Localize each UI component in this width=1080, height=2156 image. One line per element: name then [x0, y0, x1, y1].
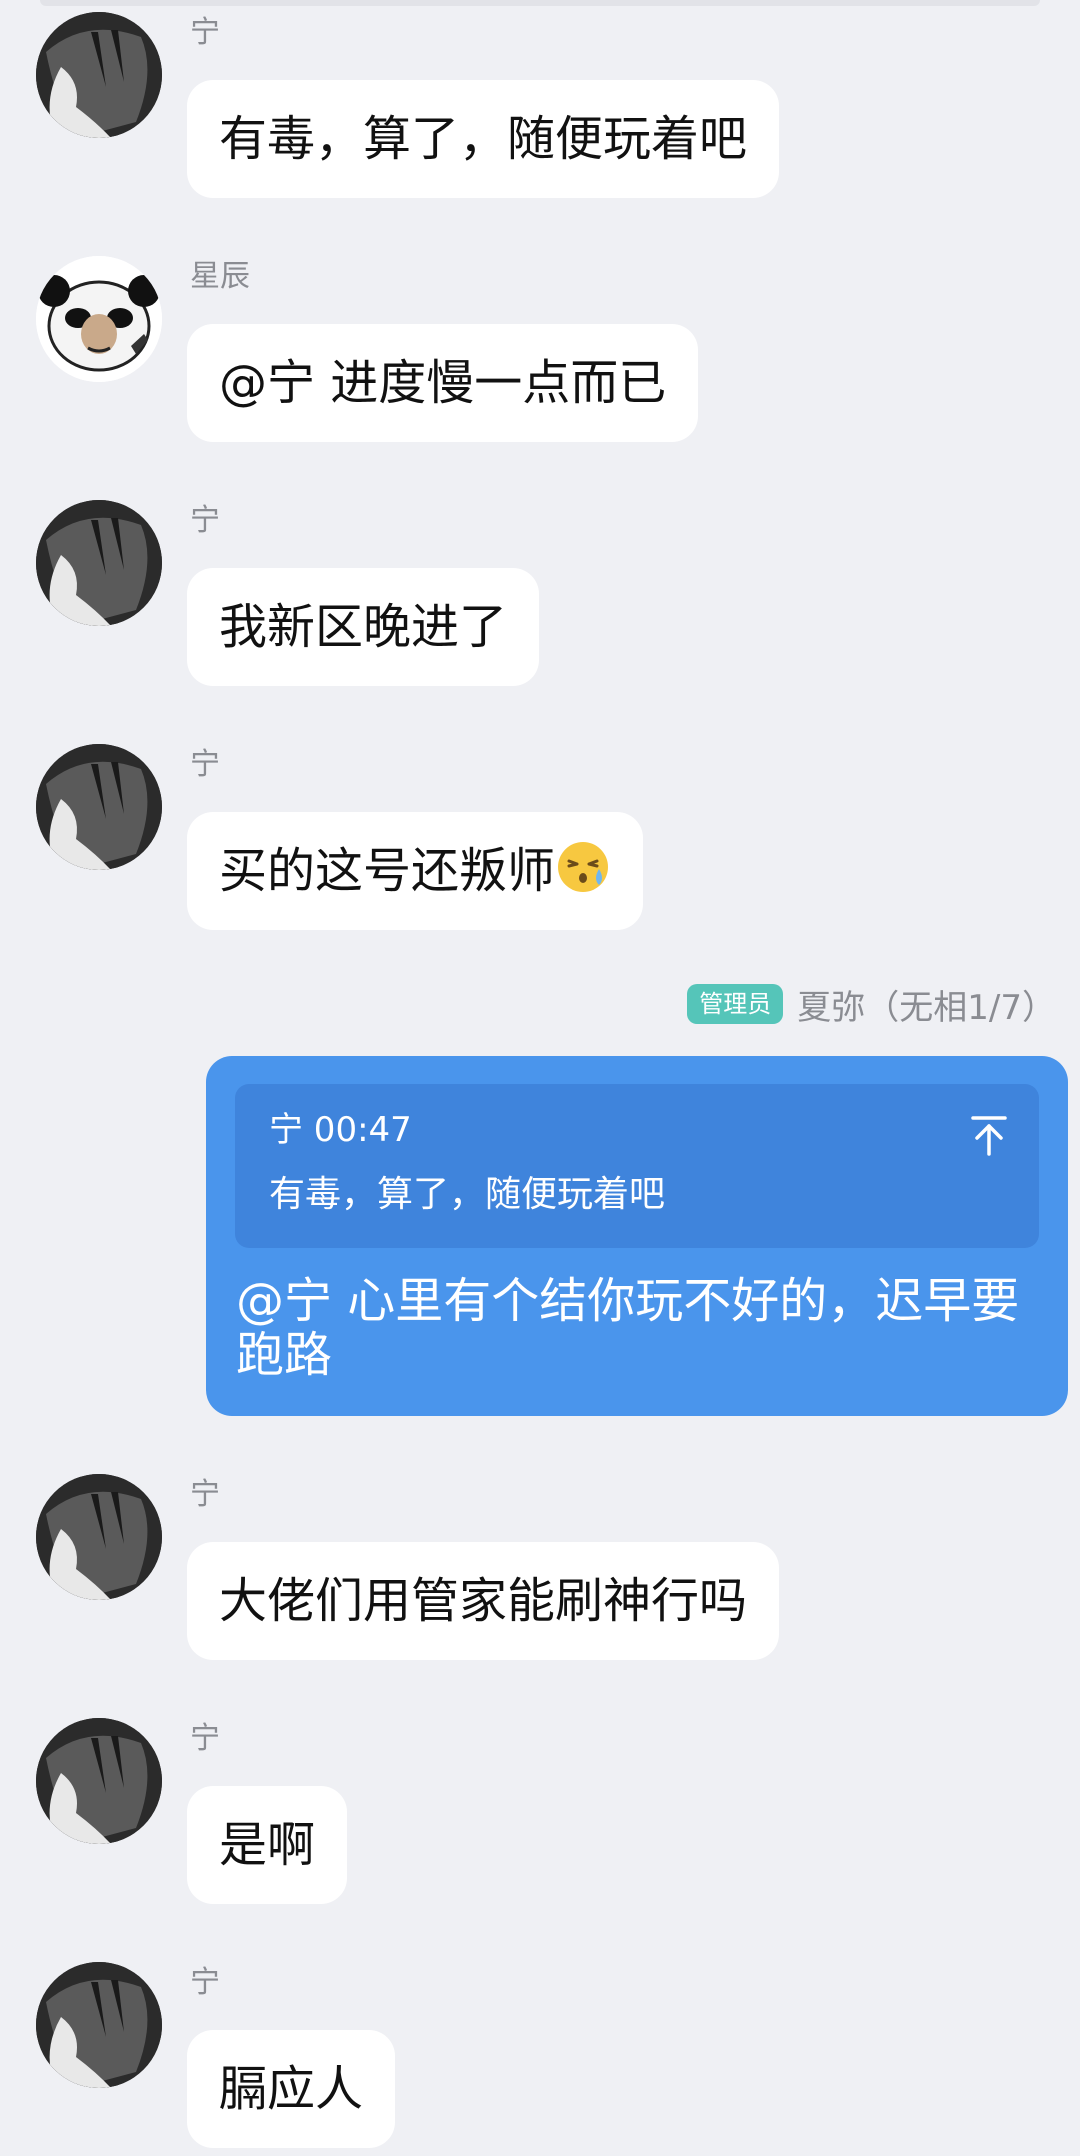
sender-name: 宁	[190, 1477, 220, 1512]
avatar-ning[interactable]	[36, 744, 162, 870]
self-message-meta: 管理员 夏弥（无相1/7）	[687, 982, 1056, 1028]
quote-header: 宁 00:47	[269, 1110, 412, 1150]
message-bubble[interactable]: 大佬们用管家能刷神行吗	[187, 1542, 780, 1660]
avatar-ning[interactable]	[36, 1718, 162, 1844]
sender-name: 夏弥（无相1/7）	[797, 987, 1056, 1028]
avatar-ning[interactable]	[36, 1474, 162, 1600]
message-text: @宁 心里有个结你玩不好的，迟早要跑路	[236, 1273, 1020, 1383]
sender-name: 宁	[190, 15, 220, 50]
sender-name: 宁	[190, 1965, 220, 2000]
admin-badge: 管理员	[687, 984, 784, 1024]
previous-message-edge	[40, 0, 1040, 6]
sender-name: 宁	[190, 747, 220, 782]
sender-name: 宁	[190, 503, 220, 538]
sender-name: 宁	[190, 1721, 220, 1756]
message-bubble[interactable]: 我新区晚进了	[187, 568, 540, 686]
sender-name: 星辰	[190, 259, 250, 294]
quote-text: 有毒，算了，随便玩着吧	[269, 1174, 666, 1215]
message-bubble[interactable]: 有毒，算了，随便玩着吧	[187, 80, 780, 198]
self-message-bubble[interactable]: 宁 00:47 有毒，算了，随便玩着吧 @宁 心里有个结你玩不好的，迟早要跑路	[206, 1056, 1068, 1416]
avatar-ning[interactable]	[36, 500, 162, 626]
avatar-ning[interactable]	[36, 12, 162, 138]
sweat-face-emoji-icon	[558, 842, 609, 892]
message-text: 买的这号还叛师	[219, 843, 556, 899]
avatar-ning[interactable]	[36, 1962, 162, 2088]
message-bubble[interactable]: 膈应人	[187, 2030, 396, 2148]
quoted-message[interactable]: 宁 00:47 有毒，算了，随便玩着吧	[235, 1084, 1039, 1248]
message-bubble[interactable]: @宁 进度慢一点而已	[187, 324, 699, 442]
arrow-up-to-top-icon[interactable]	[969, 1114, 1009, 1158]
message-bubble[interactable]: 是啊	[187, 1786, 348, 1904]
avatar-xingchen[interactable]	[36, 256, 162, 382]
message-bubble[interactable]: 买的这号还叛师	[187, 812, 644, 930]
